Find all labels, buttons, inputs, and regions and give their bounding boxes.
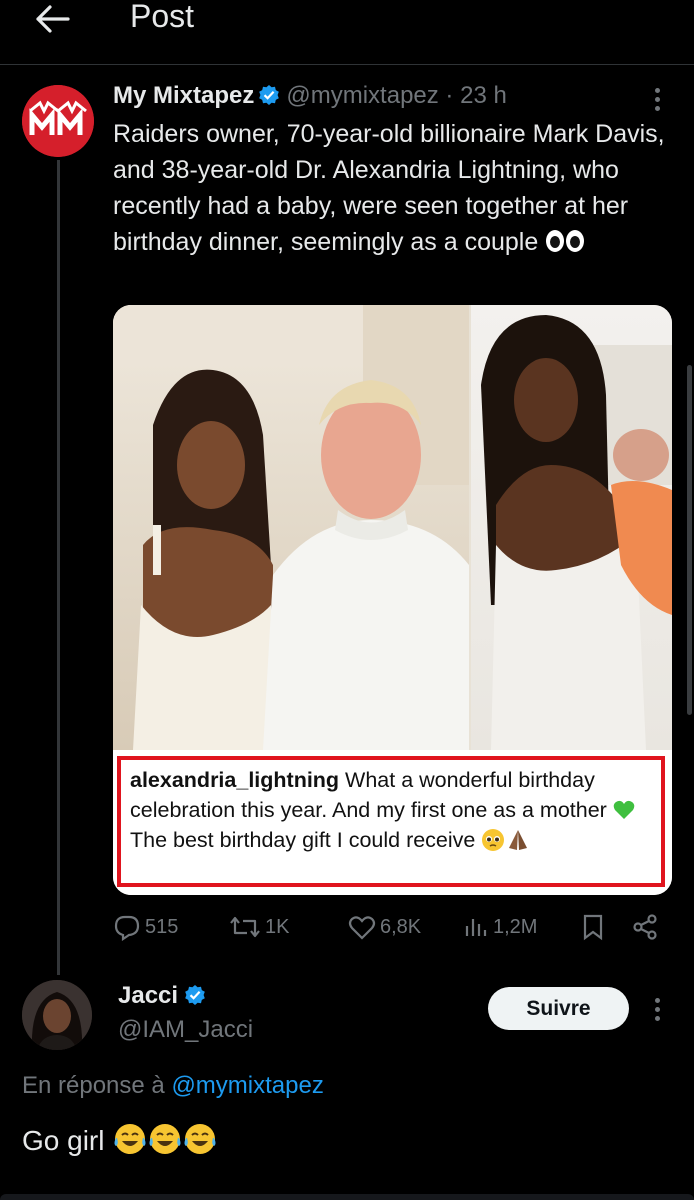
post-text: Raiders owner, 70-year-old billionaire M… bbox=[113, 116, 673, 260]
heart-icon bbox=[348, 916, 376, 940]
author-handle-time: @mymixtapez · 23 h bbox=[286, 82, 507, 109]
photo-couple bbox=[113, 305, 469, 750]
tears-of-joy-emoji-icon bbox=[114, 1124, 146, 1154]
caption-part-2: The best birthday gift I could receive bbox=[130, 828, 482, 852]
instagram-caption: alexandria_lightning What a wonderful bi… bbox=[130, 765, 660, 855]
reply-author: Jacci bbox=[118, 982, 212, 1010]
page-title: Post bbox=[130, 0, 195, 34]
green-heart-emoji-icon bbox=[613, 800, 635, 819]
back-arrow-icon[interactable] bbox=[30, 2, 72, 36]
tears-of-joy-emoji-icon bbox=[184, 1124, 216, 1154]
reply-author-name[interactable]: Jacci bbox=[118, 982, 178, 1009]
pleading-face-emoji-icon bbox=[482, 829, 505, 851]
post-media[interactable]: alexandria_lightning What a wonderful bi… bbox=[113, 305, 672, 895]
verified-badge-icon bbox=[185, 985, 205, 1005]
reply-text: Go girl bbox=[22, 1122, 217, 1157]
replying-handle-link[interactable]: @mymixtapez bbox=[171, 1072, 323, 1099]
bottom-reply-bar-edge bbox=[0, 1194, 694, 1200]
bookmark-action[interactable] bbox=[581, 910, 609, 944]
views-count: 1,2M bbox=[493, 915, 538, 938]
mymixtapez-logo-icon bbox=[22, 85, 94, 157]
views-chart-icon bbox=[465, 919, 487, 936]
top-bar: Post bbox=[0, 0, 694, 62]
like-count: 6,8K bbox=[380, 915, 422, 938]
verified-badge-icon bbox=[259, 85, 280, 105]
scrollbar[interactable] bbox=[687, 365, 692, 715]
share-action[interactable] bbox=[631, 910, 663, 944]
author-name[interactable]: My Mixtapez bbox=[113, 82, 254, 109]
reply-handle[interactable]: @IAM_Jacci bbox=[118, 1016, 253, 1044]
more-options-icon[interactable] bbox=[655, 88, 661, 115]
reply-action[interactable]: 515 bbox=[113, 910, 178, 944]
caption-username: alexandria_lightning bbox=[130, 768, 340, 792]
jacci-avatar-image bbox=[22, 980, 92, 1050]
eyes-emoji-icon bbox=[546, 230, 585, 252]
repost-icon bbox=[230, 916, 260, 938]
post-author: My Mixtapez @mymixtapez · 23 h bbox=[113, 82, 507, 110]
bookmark-icon bbox=[583, 914, 603, 941]
replying-prefix: En réponse à bbox=[22, 1072, 172, 1099]
thread-line bbox=[57, 160, 60, 975]
reply-more-options-icon[interactable] bbox=[655, 998, 661, 1025]
replying-to: En réponse à @mymixtapez bbox=[22, 1072, 324, 1100]
reply-count: 515 bbox=[145, 915, 179, 938]
jacci-avatar[interactable] bbox=[22, 980, 92, 1050]
photo-mother-baby bbox=[471, 305, 672, 750]
tears-of-joy-emoji-icon bbox=[149, 1124, 181, 1154]
header-divider bbox=[0, 64, 694, 65]
like-action[interactable]: 6,8K bbox=[348, 910, 421, 944]
share-icon bbox=[633, 914, 657, 940]
repost-action[interactable]: 1K bbox=[229, 910, 289, 944]
post-actions: 515 1K 6,8K 1,2M bbox=[113, 910, 673, 946]
reply-icon bbox=[114, 915, 140, 941]
repost-count: 1K bbox=[265, 915, 290, 938]
follow-button[interactable]: Suivre bbox=[488, 987, 629, 1030]
reply-text-body: Go girl bbox=[22, 1125, 113, 1156]
mymixtapez-avatar[interactable] bbox=[22, 85, 94, 157]
views-action[interactable]: 1,2M bbox=[463, 910, 537, 944]
folded-hands-emoji-icon bbox=[509, 830, 528, 850]
